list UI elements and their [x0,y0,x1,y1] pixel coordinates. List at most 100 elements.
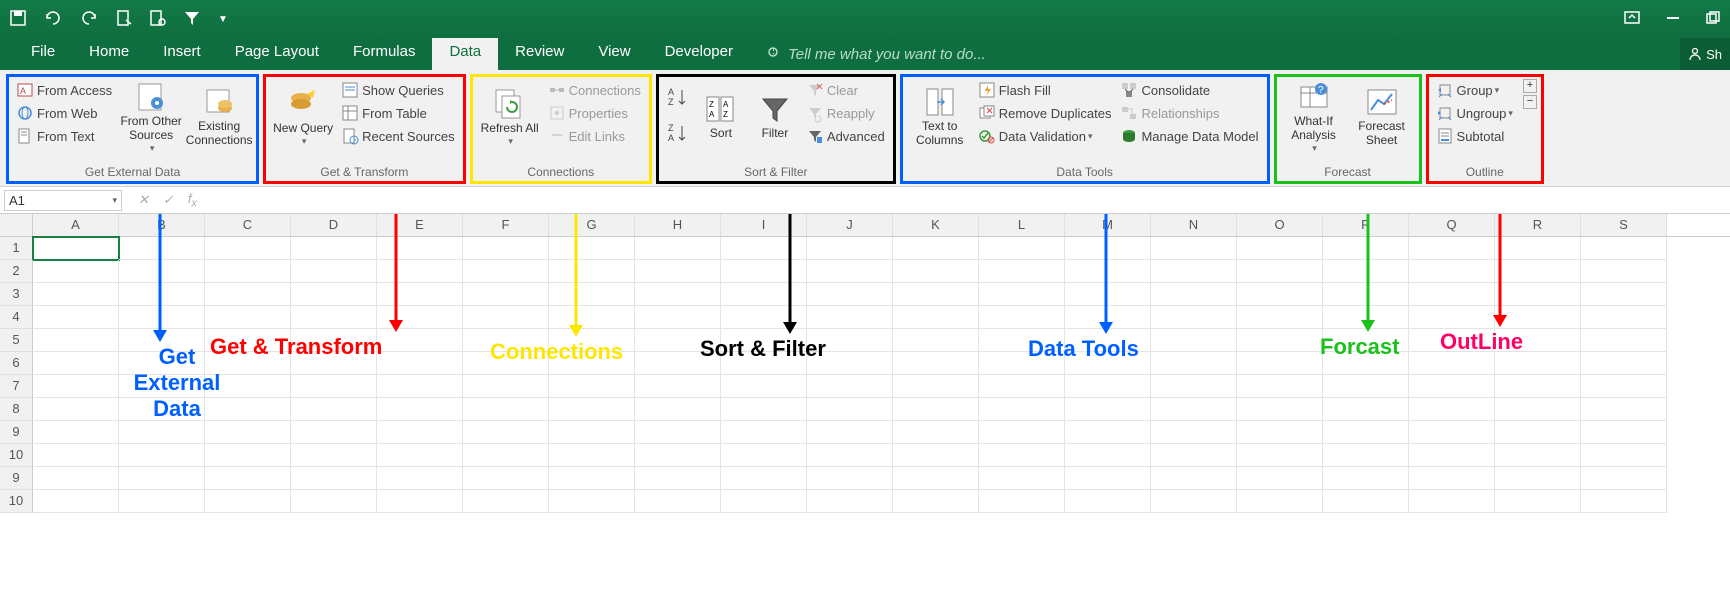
cell[interactable] [893,421,979,444]
tab-home[interactable]: Home [72,38,146,70]
cell[interactable] [1151,467,1237,490]
cell[interactable] [1065,421,1151,444]
cell[interactable] [33,283,119,306]
cell[interactable] [1495,329,1581,352]
cell[interactable] [549,467,635,490]
tab-developer[interactable]: Developer [648,38,750,70]
cell[interactable] [635,237,721,260]
from-text-button[interactable]: From Text [13,125,116,147]
column-header[interactable]: E [377,214,463,236]
cell[interactable] [549,283,635,306]
cell[interactable] [377,329,463,352]
cell[interactable] [807,467,893,490]
cell[interactable] [979,329,1065,352]
cell[interactable] [33,260,119,283]
cell[interactable] [205,467,291,490]
cell[interactable] [979,421,1065,444]
cell[interactable] [807,375,893,398]
cell[interactable] [1323,490,1409,513]
cell[interactable] [807,490,893,513]
row-header[interactable]: 7 [0,375,33,398]
cell[interactable] [205,490,291,513]
cell[interactable] [893,375,979,398]
cell[interactable] [205,329,291,352]
manage-data-model-button[interactable]: Manage Data Model [1117,125,1262,147]
cell[interactable] [721,306,807,329]
cell[interactable] [1151,237,1237,260]
undo-icon[interactable] [44,11,62,28]
column-header[interactable]: B [119,214,205,236]
cell[interactable] [549,398,635,421]
cell[interactable] [1409,444,1495,467]
cell[interactable] [1237,490,1323,513]
cell[interactable] [549,306,635,329]
share-button[interactable]: Sh [1680,38,1730,70]
refresh-all-button[interactable]: Refresh All▾ [477,79,543,155]
row-header[interactable]: 1 [0,237,33,260]
show-queries-button[interactable]: Show Queries [338,79,459,101]
cell[interactable] [1409,352,1495,375]
cell[interactable] [807,306,893,329]
cell[interactable] [1237,421,1323,444]
cell[interactable] [1323,444,1409,467]
cell[interactable] [291,421,377,444]
cell[interactable] [893,329,979,352]
column-header[interactable]: L [979,214,1065,236]
cell[interactable] [721,490,807,513]
touch-icon[interactable] [116,10,132,29]
cell[interactable] [807,444,893,467]
cell[interactable] [979,444,1065,467]
cell[interactable] [979,283,1065,306]
cell[interactable] [1409,329,1495,352]
cell[interactable] [33,398,119,421]
cell[interactable] [893,306,979,329]
cell[interactable] [635,329,721,352]
cell[interactable] [463,421,549,444]
what-if-analysis-button[interactable]: ? What-If Analysis▾ [1281,79,1347,155]
cell[interactable] [1581,237,1667,260]
cell[interactable] [291,444,377,467]
cell[interactable] [377,398,463,421]
cell[interactable] [635,490,721,513]
cell[interactable] [463,283,549,306]
cell[interactable] [549,329,635,352]
cell[interactable] [1323,260,1409,283]
cell[interactable] [721,444,807,467]
cell[interactable] [1151,444,1237,467]
cell[interactable] [1409,237,1495,260]
cell[interactable] [1581,260,1667,283]
cell[interactable] [893,237,979,260]
cell[interactable] [979,306,1065,329]
cell[interactable] [893,260,979,283]
cell[interactable] [1323,306,1409,329]
forecast-sheet-button[interactable]: Forecast Sheet [1349,79,1415,155]
tab-insert[interactable]: Insert [146,38,218,70]
cell[interactable] [1581,352,1667,375]
cell[interactable] [807,260,893,283]
group-button[interactable]: Group▾ [1433,79,1517,101]
cell[interactable] [463,260,549,283]
column-header[interactable]: F [463,214,549,236]
cell[interactable] [721,329,807,352]
consolidate-button[interactable]: Consolidate [1117,79,1262,101]
cell[interactable] [1495,260,1581,283]
column-header[interactable]: S [1581,214,1667,236]
cell[interactable] [291,398,377,421]
row-header[interactable]: 9 [0,421,33,444]
cell[interactable] [377,352,463,375]
cell[interactable] [1495,398,1581,421]
cell[interactable] [33,329,119,352]
cell[interactable] [1409,260,1495,283]
cell[interactable] [1581,306,1667,329]
cell[interactable] [1151,375,1237,398]
cell[interactable] [979,375,1065,398]
column-header[interactable]: C [205,214,291,236]
cell[interactable] [1237,398,1323,421]
cell[interactable] [1581,283,1667,306]
cell[interactable] [291,237,377,260]
cell[interactable] [377,467,463,490]
maximize-icon[interactable] [1706,11,1720,28]
cell[interactable] [721,283,807,306]
cell[interactable] [1237,352,1323,375]
row-header[interactable]: 8 [0,398,33,421]
